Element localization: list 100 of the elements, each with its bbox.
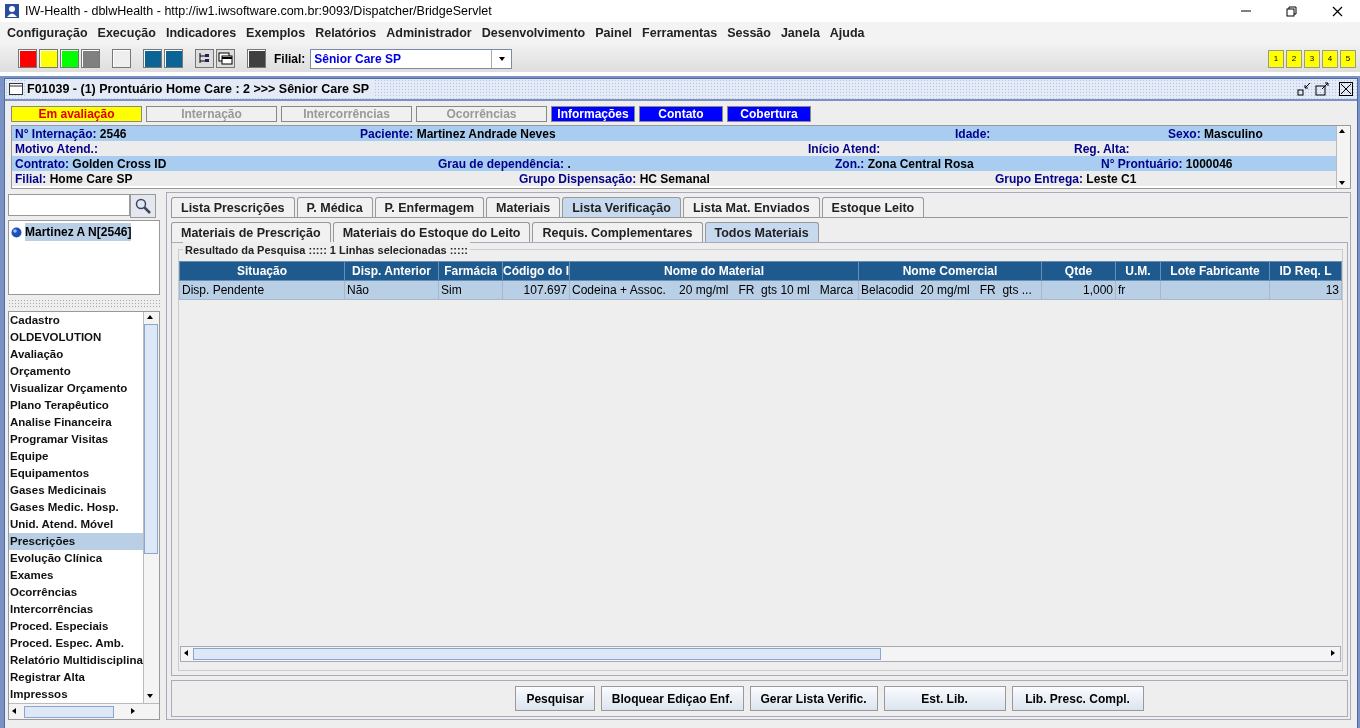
menu-item[interactable]: Ferramentas [637,24,723,43]
field-label: Grupo Entrega: [995,171,1083,186]
field-value: Masculino [1204,126,1263,141]
field-label: Motivo Atend.: [15,141,98,156]
menu-item[interactable]: Sessão [722,24,776,43]
tab[interactable]: Materiais do Estoque do Leito [332,222,531,242]
page-button[interactable]: 3 [1304,49,1320,68]
nav-item[interactable]: Orçamento [9,363,143,380]
column-header[interactable]: Nome Comercial [858,261,1042,280]
tab[interactable]: Requis. Complementares [532,222,703,242]
field-label: Zon.: [835,156,865,171]
field-label: N° Prontuário: [1101,156,1183,171]
field-value: . [567,156,571,171]
group-title: Resultado da Pesquisa ::::: 1 Linhas selecionadas ::::: [183,242,470,259]
field-label: Filial: [15,171,47,186]
nav-item[interactable]: Impressos [9,686,143,703]
filial-dropdown[interactable]: Sênior Care SP [310,48,513,69]
column-header[interactable]: Código do I [502,261,570,280]
field-label: Idade: [955,126,991,141]
field-value: HC Semanal [639,171,710,186]
tab[interactable]: Materiais [486,197,561,217]
window-title: IW-Health - dblwHealth - http://iw1.iwsoftware.com.br:9093/Dispatcher/BridgeServlet [25,2,492,20]
column-header[interactable]: U.M. [1115,261,1161,280]
column-header[interactable]: Lote Fabricante [1160,261,1270,280]
tab[interactable]: Lista Mat. Enviados [682,197,820,217]
field-label: Grau de dependência: [438,156,565,171]
field-label: Contrato: [15,156,69,171]
page-button[interactable]: 5 [1340,49,1356,68]
tab[interactable]: Lista Verificação [562,197,681,217]
nav-item[interactable]: Gases Medicinais [9,482,143,499]
frame-title: F01039 - (1) Prontuário Home Care : 2 >>> Sênior Care SP [27,79,374,99]
column-header[interactable]: Situação [179,261,345,280]
nav-item[interactable]: Equipe [9,448,143,465]
menu-item[interactable]: Exemplos [241,24,311,43]
field-label: Paciente: [360,126,414,141]
field-value: Home Care SP [49,171,133,186]
nav-item[interactable]: Proced. Espec. Amb. [9,635,143,652]
patient-item[interactable]: Martinez A N[2546] [25,223,132,241]
nav-item[interactable]: Prescrições [9,533,143,550]
column-header[interactable]: Nome do Material [569,261,859,280]
field-label: Início Atend: [808,141,881,156]
menu-item[interactable]: Ajuda [824,24,870,43]
nav-item[interactable]: Visualizar Orçamento [9,380,143,397]
tab[interactable]: Estoque Leito [821,197,925,217]
status-tab[interactable]: Em avaliação [11,106,142,122]
tab[interactable]: Todos Materiais [704,222,819,242]
action-button[interactable]: Lib. Presc. Compl. [1011,686,1144,711]
page-button[interactable]: 4 [1322,49,1338,68]
nav-item[interactable]: Evolução Clínica [9,550,143,567]
field-label: Reg. Alta: [1074,141,1130,156]
field-value: Leste C1 [1086,171,1137,186]
nav-item[interactable]: Plano Terapêutico [9,397,143,414]
page-button[interactable]: 2 [1286,49,1302,68]
menu-item[interactable]: Desenvolvimento [476,24,591,43]
nav-item[interactable]: Intercorrências [9,601,143,618]
tab[interactable]: Lista Prescrições [171,197,295,217]
action-button[interactable]: Est. Lib. [883,686,1006,711]
field-value: 1000046 [1185,156,1233,171]
tab[interactable]: P. Médica [296,197,373,217]
menu-item[interactable]: Relatórios [310,24,382,43]
menu-item[interactable]: Configuração [2,24,93,43]
tab[interactable]: Materiais de Prescrição [171,222,331,242]
nav-item[interactable]: OLDEVOLUTION [9,329,143,346]
field-value: 2546 [99,126,127,141]
nav-item[interactable]: Programar Visitas [9,431,143,448]
nav-item[interactable]: Relatório Multidisciplina [9,652,143,669]
filial-label: Filial: [274,50,306,68]
tab[interactable]: P. Enfermagem [374,197,484,217]
field-value: Golden Cross ID [72,156,167,171]
nav-item[interactable]: Unid. Atend. Móvel [9,516,143,533]
menu-item[interactable]: Janela [775,24,825,43]
column-header[interactable]: Disp. Anterior [344,261,439,280]
menu-item[interactable]: Painel [590,24,638,43]
column-header[interactable]: ID Req. L [1269,261,1342,280]
nav-item[interactable]: Equipamentos [9,465,143,482]
field-label: Sexo: [1168,126,1201,141]
action-button[interactable]: Pesquisar [515,686,595,711]
status-tab[interactable]: Cobertura [727,106,811,122]
field-value: Martinez Andrade Neves [416,126,556,141]
nav-item[interactable]: Exames [9,567,143,584]
status-tab[interactable]: Informações [551,106,635,122]
nav-item[interactable]: Avaliação [9,346,143,363]
status-tab[interactable]: Contato [639,106,723,122]
field-label: N° Internação: [15,126,97,141]
action-button[interactable]: Bloquear Ediçao Enf. [600,686,744,711]
nav-item[interactable]: Gases Medic. Hosp. [9,499,143,516]
column-header[interactable]: Farmácia [438,261,503,280]
menu-item[interactable]: Indicadores [160,24,242,43]
nav-item[interactable]: Proced. Especiais [9,618,143,635]
field-value: Zona Central Rosa [867,156,974,171]
page-button[interactable]: 1 [1268,49,1284,68]
column-header[interactable]: Qtde [1041,261,1116,280]
nav-item[interactable]: Registrar Alta [9,669,143,686]
nav-item[interactable]: Ocorrências [9,584,143,601]
menu-item[interactable]: Execução [92,24,161,43]
nav-item[interactable]: Analise Financeira [9,414,143,431]
nav-item[interactable]: Cadastro [9,312,143,329]
field-label: Grupo Dispensação: [519,171,637,186]
menu-item[interactable]: Administrador [381,24,477,43]
action-button[interactable]: Gerar Lista Verific. [749,686,878,711]
